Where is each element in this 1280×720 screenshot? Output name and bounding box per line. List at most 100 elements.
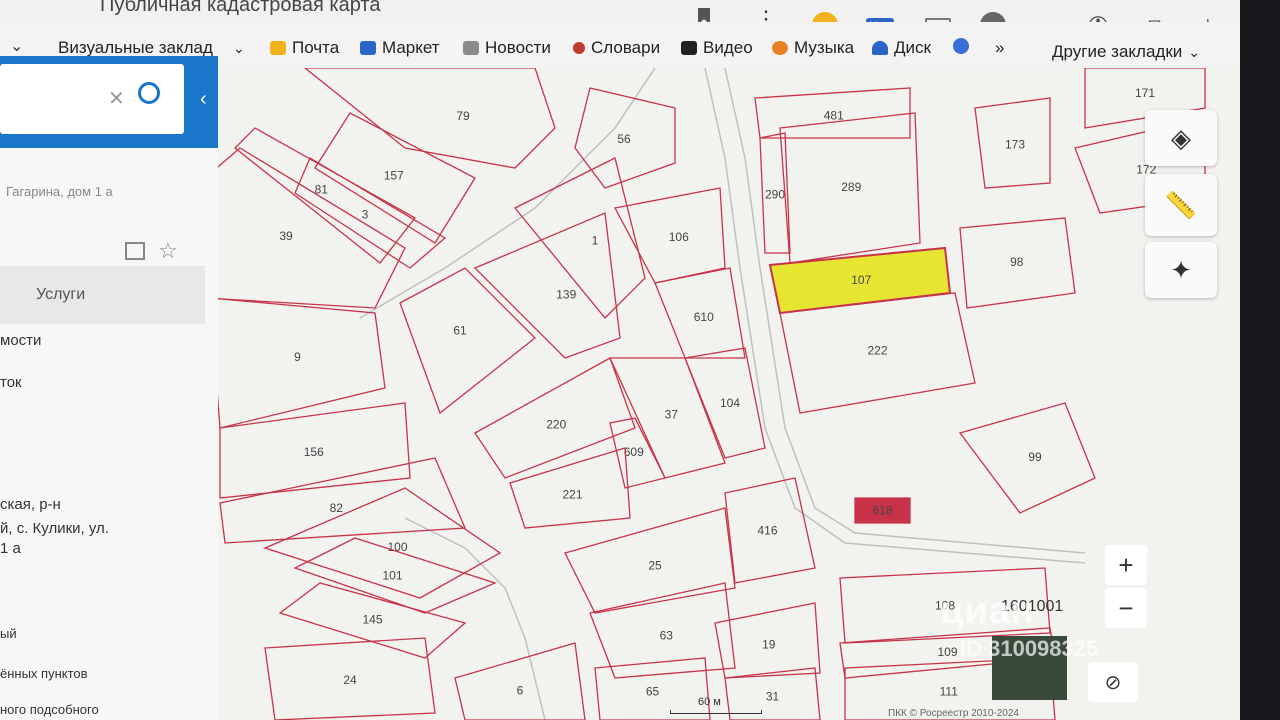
clear-icon[interactable]: ✕ [108, 86, 125, 111]
parcel-number: 25 [648, 559, 662, 573]
parcel[interactable] [454, 642, 586, 720]
search-input[interactable]: ✕ [0, 64, 184, 134]
monitor-bezel [1240, 0, 1280, 720]
search-icon[interactable] [138, 82, 160, 104]
target-button[interactable]: ✦ [1145, 242, 1217, 298]
bookmark-label: Словари [591, 38, 661, 57]
parcel-number: 39 [279, 229, 293, 243]
parcel-number: 63 [660, 629, 674, 643]
map-canvas[interactable]: 79564811711571731728131 10629028939981071… [205, 68, 1240, 720]
overflow-label: » [995, 38, 1005, 57]
parcel-number: 99 [1028, 450, 1042, 464]
favorite-star-icon[interactable]: ☆ [158, 238, 178, 264]
disk-icon [872, 41, 888, 55]
detail-line-1: ская, р-н [0, 496, 61, 513]
parcel-number: 220 [546, 417, 566, 431]
sidebar-row-3: ый [0, 626, 17, 641]
bookmark-market[interactable]: Маркет [360, 38, 440, 58]
sidebar-row-5: ного подсобного [0, 702, 99, 717]
zoom-out-button[interactable]: − [1105, 588, 1147, 628]
parcel-number: 111 [940, 685, 959, 699]
parcel-number: 24 [343, 673, 357, 687]
parcel[interactable] [513, 157, 646, 319]
parcel-number: 139 [556, 287, 576, 301]
parcel-number: 145 [362, 612, 382, 626]
parcel-number: 156 [304, 445, 324, 459]
tab-services[interactable]: Услуги [0, 266, 205, 324]
scale-bar [670, 710, 762, 714]
bookmark-mail[interactable]: Почта [270, 38, 339, 58]
parcel-number: 221 [562, 487, 582, 501]
chevron-down-icon: ⌄ [1188, 43, 1200, 60]
bookmark-dictionaries[interactable]: Словари [573, 38, 660, 58]
bookmark-label: Музыка [794, 38, 855, 57]
parcel-number: 106 [669, 230, 689, 244]
parcel[interactable] [205, 147, 406, 309]
bookmark-news[interactable]: Новости [463, 38, 551, 58]
sidebar: ✕ ‹ Гагарина, дом 1 а ☆ Услуги мости ток… [0, 56, 218, 720]
music-icon [772, 41, 788, 55]
parcel-number: 98 [1010, 255, 1024, 269]
bookmark-label: Видео [703, 38, 753, 57]
parcel-number: 290 [765, 187, 785, 201]
address-text: Гагарина, дом 1 а [6, 184, 113, 199]
road-line [704, 68, 1086, 564]
bookmark-label: Визуальные заклад [58, 38, 213, 57]
share-icon[interactable] [125, 242, 145, 260]
parcel[interactable] [303, 68, 556, 169]
sidebar-row-2[interactable]: ток [0, 374, 22, 391]
parcel-number: 289 [841, 180, 861, 194]
zoom-in-button[interactable]: + [1105, 545, 1147, 585]
extra-bookmark-icon[interactable] [953, 38, 969, 54]
parcel-number: 618 [872, 504, 892, 518]
bookmark-label: Новости [485, 38, 551, 57]
bookmark-video[interactable]: Видео [681, 38, 753, 58]
parcel-number: 37 [665, 407, 679, 421]
sidebar-row-1[interactable]: мости [0, 332, 41, 349]
collapse-panel-icon[interactable]: ‹ [200, 88, 207, 111]
parcel-number: 9 [294, 350, 301, 364]
browser-screen: Публичная кадастровая карта ⋮ New ☁ ✇ ⧉ … [0, 0, 1240, 720]
parcel-number: 173 [1005, 137, 1025, 151]
parcel-number: 481 [824, 109, 844, 123]
layers-button[interactable]: ◈ [1145, 110, 1217, 166]
bookmark-music[interactable]: Музыка [772, 38, 854, 58]
parcel-number: 65 [646, 685, 660, 699]
bookmarks-overflow[interactable]: » [995, 38, 1004, 58]
parcel-number: 31 [766, 690, 780, 704]
parcel-number: 79 [456, 109, 470, 123]
compass-button[interactable]: ⊘ [1088, 662, 1138, 702]
watermark-id: ID 310098325 [960, 636, 1099, 661]
watermark-brand: циан [940, 590, 1035, 632]
cadastral-map[interactable]: 79 56 481 171 157 173 172 81 3 1 106 290 289 39 98 107 1… [205, 68, 1240, 720]
bookmark-label: Диск [894, 38, 931, 57]
bookmark-visual[interactable]: Визуальные заклад ⌄ [58, 38, 245, 58]
chevron-down-icon: ⌄ [232, 39, 245, 56]
parcel-number: 416 [757, 524, 777, 538]
parcel-number: 104 [720, 396, 740, 410]
parcel-number: 1 [592, 234, 599, 248]
parcel-number: 171 [1135, 86, 1155, 100]
bookmark-other[interactable]: Другие закладки ⌄ [1052, 42, 1200, 62]
parcel-number: 109 [937, 645, 957, 659]
parcel-number: 61 [453, 324, 467, 338]
parcel-number: 101 [382, 569, 402, 583]
bookmark-label: Другие закладки [1052, 42, 1183, 61]
parcel[interactable] [399, 267, 536, 415]
ruler-button[interactable]: 📏 [1145, 174, 1217, 236]
parcel-number: 19 [762, 637, 776, 651]
parcel-number: 610 [694, 310, 714, 324]
bookmarks-chevron-icon[interactable]: ⌄ [10, 36, 23, 56]
dictionary-icon [573, 42, 585, 54]
road-line [404, 517, 546, 720]
title-bar: Публичная кадастровая карта ⋮ New ☁ ✇ ⧉ … [0, 0, 1240, 40]
parcel-number: 107 [851, 273, 871, 287]
detail-line-3: 1 а [0, 540, 21, 557]
bookmark-label: Маркет [382, 38, 440, 57]
bookmark-disk[interactable]: Диск [872, 38, 931, 58]
parcel-number: 157 [384, 169, 404, 183]
parcel-number: 222 [867, 344, 887, 358]
mail-bookmark-icon [270, 41, 286, 55]
scale-label: 60 м [698, 696, 721, 708]
parcel-number: 3 [362, 207, 369, 221]
